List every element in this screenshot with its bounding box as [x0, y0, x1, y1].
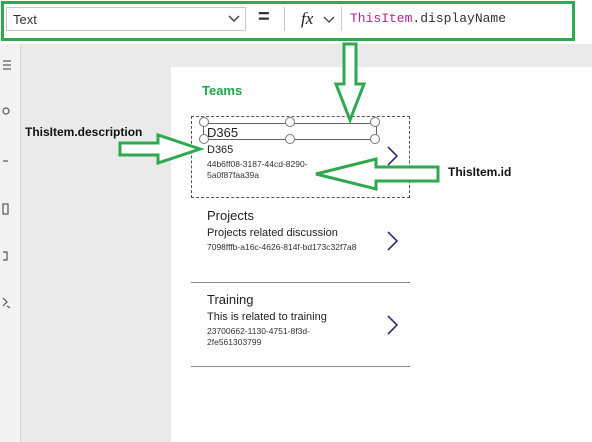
resize-handle[interactable]: [370, 117, 380, 127]
resize-handle[interactable]: [199, 134, 209, 144]
media-icon[interactable]: [2, 249, 16, 263]
row-id: 23700662-1130-4751-8f3d-2fe561303799: [207, 326, 310, 347]
annotation-id: ThisItem.id: [448, 165, 512, 179]
layers-icon[interactable]: [2, 104, 16, 118]
row-id: 7098fffb-a16c-4626-814f-bd173c32f7a8: [207, 242, 357, 252]
annotation-description: ThisItem.description: [25, 125, 143, 139]
row-title: D365: [207, 125, 239, 140]
row-description: This is related to training: [207, 311, 327, 323]
row-description: D365: [207, 144, 234, 156]
row-divider: [191, 366, 410, 367]
screen-title: Teams: [202, 83, 243, 98]
formula-bar-highlight: [1, 1, 575, 41]
resize-handle[interactable]: [370, 134, 380, 144]
chevron-right-icon[interactable]: [384, 230, 400, 252]
chevron-right-icon[interactable]: [384, 145, 400, 167]
resize-handle[interactable]: [199, 117, 209, 127]
row-description: Projects related discussion: [207, 227, 338, 239]
data-icon[interactable]: [2, 202, 16, 216]
advanced-tools-icon[interactable]: [2, 296, 16, 310]
insert-icon[interactable]: [2, 154, 16, 168]
chevron-right-icon[interactable]: [384, 314, 400, 336]
row-title: Projects: [207, 208, 254, 223]
resize-handle[interactable]: [285, 117, 295, 127]
resize-handle[interactable]: [285, 134, 295, 144]
row-id: 44b6ff08-3187-44cd-8290-5a0f87faa39a: [207, 159, 308, 180]
menu-icon[interactable]: [2, 58, 16, 72]
row-divider: [191, 282, 410, 283]
row-title: Training: [207, 292, 254, 307]
tree-view-strip: [0, 44, 21, 442]
